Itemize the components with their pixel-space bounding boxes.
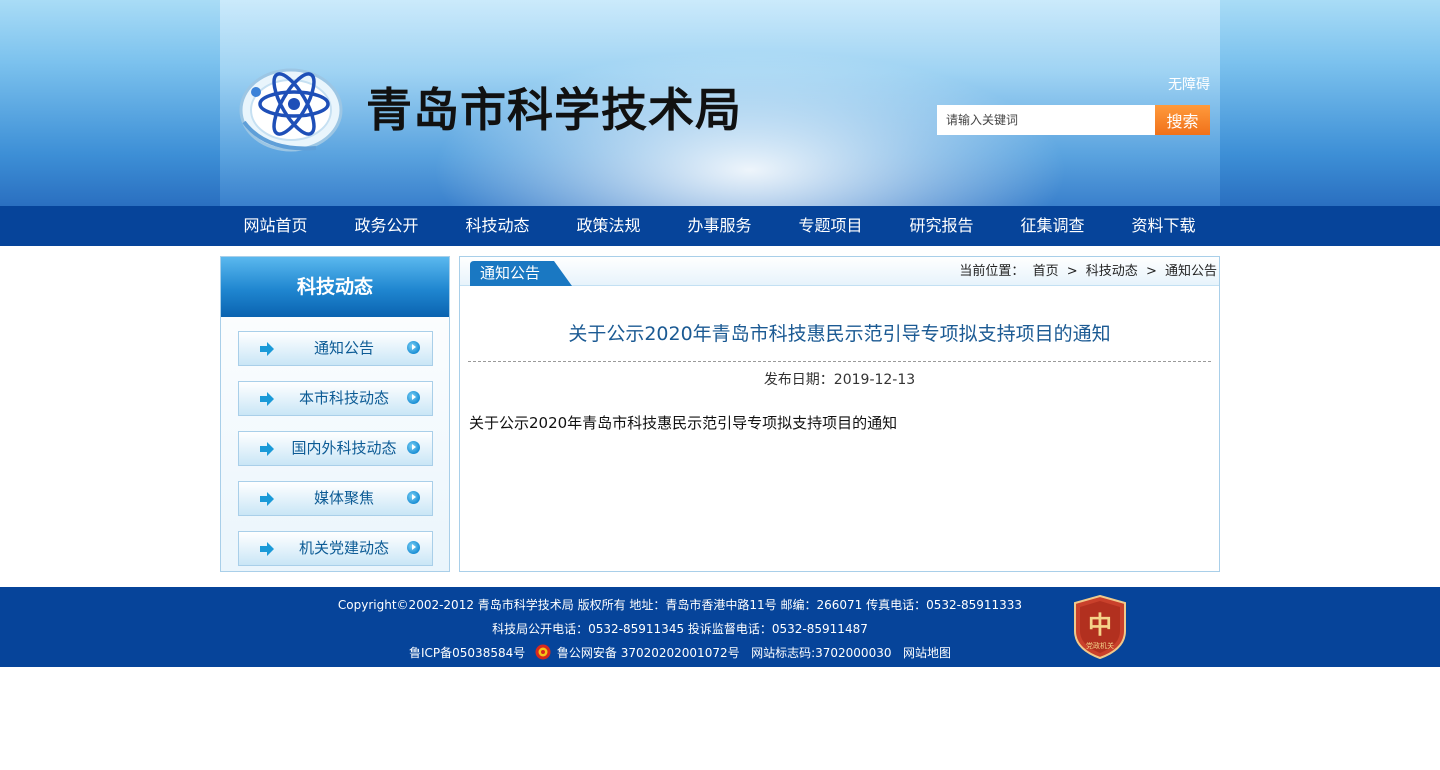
title-divider bbox=[468, 361, 1211, 362]
footer-contact: 科技局公开电话：0532-85911345 投诉监督电话：0532-859114… bbox=[492, 622, 868, 636]
sidebar-title: 科技动态 bbox=[221, 257, 449, 317]
nav-item-surveys[interactable]: 征集调查 bbox=[997, 206, 1108, 246]
nav-item-policy[interactable]: 政策法规 bbox=[553, 206, 664, 246]
play-circle-icon bbox=[407, 391, 420, 404]
sidebar-item-local-news[interactable]: 本市科技动态 bbox=[238, 381, 433, 416]
play-circle-icon bbox=[407, 441, 420, 454]
nav-item-gov-affairs[interactable]: 政务公开 bbox=[331, 206, 442, 246]
sidebar-item-notices[interactable]: 通知公告 bbox=[238, 331, 433, 366]
footer-copyright: Copyright©2002-2012 青岛市科学技术局 版权所有 地址：青岛市… bbox=[337, 598, 1023, 612]
sidebar-item-label: 通知公告 bbox=[313, 339, 374, 357]
article-body: 关于公示2020年青岛市科技惠民示范引导专项拟支持项目的通知 bbox=[469, 414, 898, 432]
sidebar-item-label: 机关党建动态 bbox=[298, 539, 389, 557]
nav-item-tech-news[interactable]: 科技动态 bbox=[442, 206, 553, 246]
police-record-link[interactable]: 鲁公网安备 37020202001072号 bbox=[557, 646, 740, 660]
icp-link[interactable]: 鲁ICP备05038584号 bbox=[409, 646, 525, 660]
sidebar-item-party-news[interactable]: 机关党建动态 bbox=[238, 531, 433, 566]
footer: Copyright©2002-2012 青岛市科学技术局 版权所有 地址：青岛市… bbox=[0, 587, 1440, 667]
breadcrumb-separator: > bbox=[1066, 264, 1078, 279]
publish-date: 发布日期：2019-12-13 bbox=[763, 372, 916, 388]
main-content: 通知公告 当前位置： 首页 > 科技动态 > 通知公告 关于公示2020年青岛市… bbox=[459, 256, 1220, 572]
atom-logo-icon bbox=[239, 68, 343, 152]
footer-registration: 鲁ICP备05038584号 鲁公网安备 37020202001072号 网站标… bbox=[0, 644, 1360, 661]
play-circle-icon bbox=[407, 491, 420, 504]
party-gov-badge-icon[interactable]: 中 党政机关 bbox=[1073, 595, 1127, 659]
sidebar-item-global-news[interactable]: 国内外科技动态 bbox=[238, 431, 433, 466]
breadcrumb-tech-news-link[interactable]: 科技动态 bbox=[1086, 264, 1138, 279]
breadcrumb-home-link[interactable]: 首页 bbox=[1033, 264, 1059, 279]
content-header-bar: 通知公告 当前位置： 首页 > 科技动态 > 通知公告 bbox=[460, 257, 1219, 286]
sidebar-item-label: 国内外科技动态 bbox=[291, 439, 397, 457]
nav-item-projects[interactable]: 专题项目 bbox=[775, 206, 886, 246]
play-circle-icon bbox=[407, 541, 420, 554]
sidebar: 科技动态 通知公告 本市科技动态 国内外科技动态 媒体聚焦 机关党建动态 bbox=[220, 256, 450, 572]
sidebar-item-label: 本市科技动态 bbox=[298, 389, 389, 407]
main-nav: 网站首页 政务公开 科技动态 政策法规 办事服务 专题项目 研究报告 征集调查 … bbox=[0, 206, 1440, 246]
nav-item-services[interactable]: 办事服务 bbox=[664, 206, 775, 246]
sitemap-link[interactable]: 网站地图 bbox=[903, 646, 951, 660]
section-tab-label: 通知公告 bbox=[480, 264, 541, 282]
site-title: 青岛市科学技术局 bbox=[366, 83, 742, 137]
page: 青岛市科学技术局 无障碍 搜索 网站首页 政务公开 科技动态 政策法规 办事服务… bbox=[0, 0, 1440, 770]
nav-item-downloads[interactable]: 资料下载 bbox=[1108, 206, 1219, 246]
search-button[interactable]: 搜索 bbox=[1155, 105, 1210, 135]
sidebar-item-label: 媒体聚焦 bbox=[313, 489, 374, 507]
breadcrumb-notices-link[interactable]: 通知公告 bbox=[1165, 264, 1217, 279]
header-banner: 青岛市科学技术局 无障碍 搜索 bbox=[0, 0, 1440, 206]
breadcrumb: 当前位置： 首页 > 科技动态 > 通知公告 bbox=[957, 257, 1219, 286]
police-emblem-icon bbox=[535, 644, 551, 660]
breadcrumb-separator: > bbox=[1145, 264, 1157, 279]
accessibility-link[interactable]: 无障碍 bbox=[1150, 74, 1210, 94]
article-title: 关于公示2020年青岛市科技惠民示范引导专项拟支持项目的通知 bbox=[568, 323, 1111, 345]
sidebar-item-media[interactable]: 媒体聚焦 bbox=[238, 481, 433, 516]
search-input[interactable] bbox=[937, 105, 1155, 135]
svg-text:中: 中 bbox=[1088, 610, 1112, 639]
nav-item-home[interactable]: 网站首页 bbox=[220, 206, 331, 246]
play-circle-icon bbox=[407, 341, 420, 354]
site-code: 网站标志码:3702000030 bbox=[751, 646, 892, 660]
breadcrumb-prefix: 当前位置： bbox=[959, 264, 1025, 279]
nav-item-reports[interactable]: 研究报告 bbox=[886, 206, 997, 246]
badge-text: 党政机关 bbox=[1086, 641, 1114, 650]
